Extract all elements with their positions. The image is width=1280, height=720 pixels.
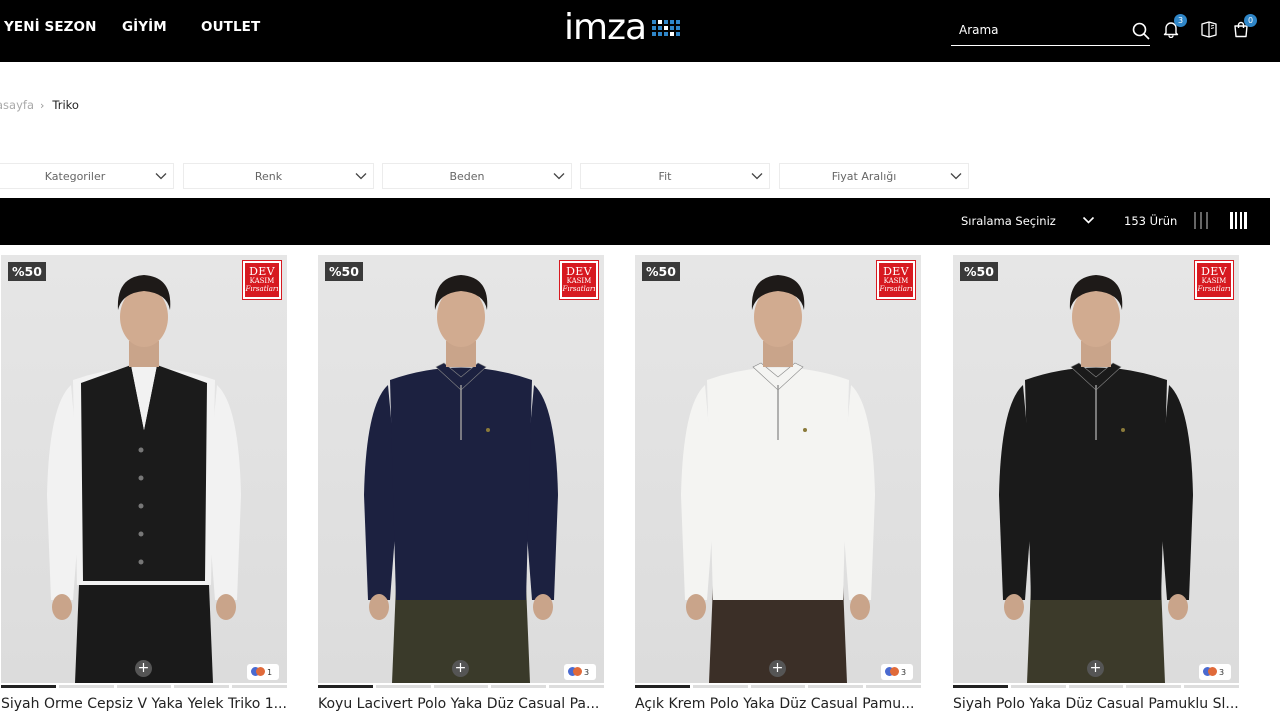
breadcrumb-home[interactable]: asayfa bbox=[0, 98, 34, 112]
product-image-frame[interactable]: %50 DEV KASIM Fırsatları +3 bbox=[635, 255, 921, 683]
filter-label: Fit bbox=[658, 170, 672, 183]
logo-dots-icon bbox=[652, 20, 681, 36]
color-swatch-count[interactable]: 3 bbox=[881, 664, 913, 680]
filter-fiyat-araligi[interactable]: Fiyat Aralığı bbox=[779, 163, 969, 189]
filter-kategoriler[interactable]: Kategoriler bbox=[0, 163, 174, 189]
product-image bbox=[681, 275, 875, 683]
filter-renk[interactable]: Renk bbox=[183, 163, 374, 189]
color-count: 3 bbox=[901, 667, 907, 677]
product-image-frame[interactable]: %50 DEV KASIM Fırsatları +3 bbox=[318, 255, 604, 683]
product-image bbox=[47, 275, 241, 683]
quick-add-button[interactable]: + bbox=[769, 660, 786, 677]
brand-logo[interactable]: imza bbox=[564, 7, 681, 48]
product-count: 153 Ürün bbox=[1124, 214, 1178, 228]
quick-add-button[interactable]: + bbox=[135, 660, 152, 677]
filter-label: Fiyat Aralığı bbox=[831, 170, 897, 183]
filter-beden[interactable]: Beden bbox=[382, 163, 572, 189]
discount-badge: %50 bbox=[642, 262, 680, 281]
color-dots-icon bbox=[885, 667, 901, 677]
image-pager[interactable] bbox=[1, 685, 287, 688]
search-icon[interactable] bbox=[1132, 22, 1150, 40]
discount-badge: %50 bbox=[960, 262, 998, 281]
cart-badge: 0 bbox=[1244, 14, 1257, 27]
catalog-button[interactable] bbox=[1200, 20, 1218, 38]
product-card[interactable]: %50 DEV KASIM Fırsatları +3 Koyu Lacivert Pol… bbox=[318, 255, 604, 720]
chevron-down-icon[interactable] bbox=[1082, 215, 1095, 225]
logo-text: imza bbox=[564, 7, 647, 48]
color-swatch-count[interactable]: 1 bbox=[247, 664, 279, 680]
nav-yeni-sezon[interactable]: YENİ SEZON bbox=[4, 19, 97, 35]
image-pager[interactable] bbox=[953, 685, 1239, 688]
filter-label: Renk bbox=[254, 170, 283, 183]
nav-giyim[interactable]: GİYİM bbox=[122, 19, 167, 35]
product-name[interactable]: Koyu Lacivert Polo Yaka Düz Casual Pa... bbox=[318, 696, 604, 712]
search-box bbox=[951, 16, 1150, 46]
image-pager[interactable] bbox=[318, 685, 604, 688]
search-input[interactable] bbox=[951, 16, 1121, 44]
product-image-frame[interactable]: %50 DEV KASIM Fırsatları +3 bbox=[953, 255, 1239, 683]
cart-button[interactable]: 0 bbox=[1232, 14, 1257, 38]
color-dots-icon bbox=[251, 667, 267, 677]
product-image bbox=[999, 275, 1193, 683]
breadcrumb-current: Triko bbox=[52, 98, 79, 112]
chevron-down-icon bbox=[751, 173, 763, 180]
notification-button[interactable]: 3 bbox=[1162, 14, 1187, 39]
product-card[interactable]: %50 DEV KASIM Fırsatları +3 Açık Krem Polo Ya… bbox=[635, 255, 921, 720]
product-name[interactable]: Siyah Polo Yaka Düz Casual Pamuklu Sl... bbox=[953, 696, 1239, 712]
sort-bar: Sıralama Seçiniz 153 Ürün bbox=[0, 198, 1270, 245]
chevron-down-icon bbox=[553, 173, 565, 180]
product-image-frame[interactable]: %50 DEV KASIM Fırsatları +1 bbox=[1, 255, 287, 683]
chevron-down-icon bbox=[155, 173, 167, 180]
chevron-down-icon bbox=[355, 173, 367, 180]
quick-add-button[interactable]: + bbox=[1087, 660, 1104, 677]
filter-fit[interactable]: Fit bbox=[580, 163, 770, 189]
discount-badge: %50 bbox=[8, 262, 46, 281]
color-swatch-count[interactable]: 3 bbox=[564, 664, 596, 680]
campaign-badge: DEV KASIM Fırsatları bbox=[877, 261, 915, 299]
campaign-badge: DEV KASIM Fırsatları bbox=[1195, 261, 1233, 299]
campaign-badge: DEV KASIM Fırsatları bbox=[560, 261, 598, 299]
grid-3-columns-icon[interactable] bbox=[1194, 212, 1208, 229]
sort-dropdown[interactable]: Sıralama Seçiniz bbox=[961, 214, 1056, 228]
filter-label: Beden bbox=[449, 170, 485, 183]
product-name[interactable]: Siyah Örme Cepsiz V Yaka Yelek Triko 1..… bbox=[1, 696, 287, 712]
quick-add-button[interactable]: + bbox=[452, 660, 469, 677]
grid-4-columns-icon[interactable] bbox=[1230, 212, 1247, 229]
color-count: 3 bbox=[584, 667, 590, 677]
chevron-right-icon: › bbox=[40, 98, 45, 112]
color-dots-icon bbox=[1203, 667, 1219, 677]
product-card[interactable]: %50 DEV KASIM Fırsatları +3 Siyah Polo Yaka D… bbox=[953, 255, 1239, 720]
color-dots-icon bbox=[568, 667, 584, 677]
image-pager[interactable] bbox=[635, 685, 921, 688]
color-count: 3 bbox=[1219, 667, 1225, 677]
notification-badge: 3 bbox=[1174, 14, 1187, 27]
product-name[interactable]: Açık Krem Polo Yaka Düz Casual Pamu... bbox=[635, 696, 921, 712]
nav-outlet[interactable]: OUTLET bbox=[201, 19, 260, 35]
color-count: 1 bbox=[267, 667, 273, 677]
book-icon bbox=[1201, 21, 1217, 38]
filter-label: Kategoriler bbox=[44, 170, 106, 183]
discount-badge: %50 bbox=[325, 262, 363, 281]
product-image bbox=[364, 275, 558, 683]
chevron-down-icon bbox=[950, 173, 962, 180]
top-header: YENİ SEZON GİYİM OUTLET imza 3 bbox=[0, 0, 1280, 62]
breadcrumb: asayfa › Triko bbox=[0, 98, 79, 112]
campaign-badge: DEV KASIM Fırsatları bbox=[243, 261, 281, 299]
color-swatch-count[interactable]: 3 bbox=[1199, 664, 1231, 680]
product-card[interactable]: %50 DEV KASIM Fırsatları +1 Siyah Örme Cepsiz… bbox=[1, 255, 287, 720]
